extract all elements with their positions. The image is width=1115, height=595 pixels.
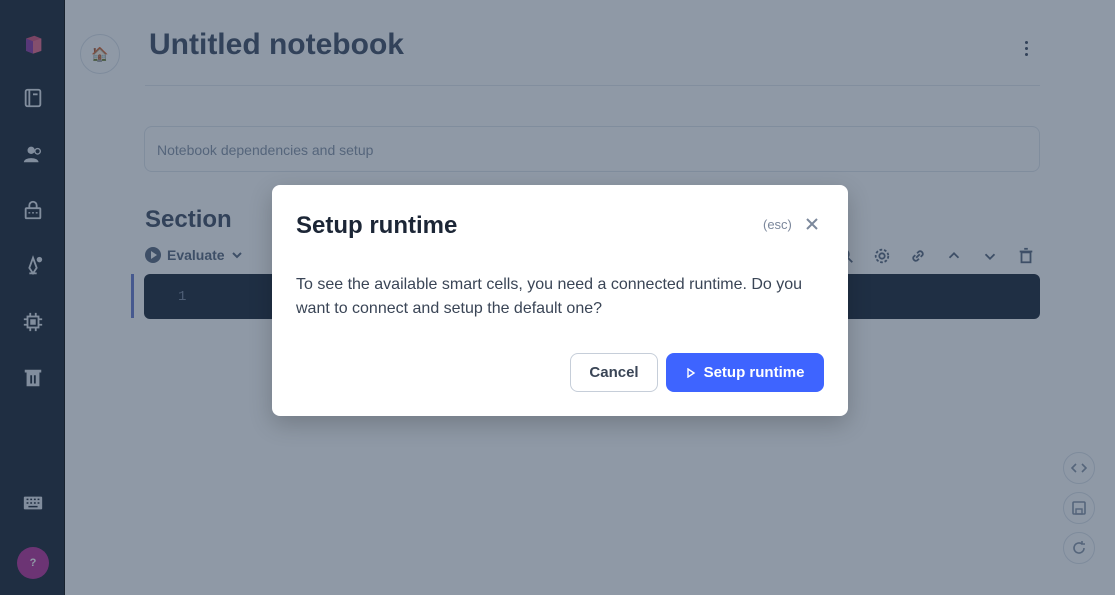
play-icon — [686, 367, 695, 378]
close-button[interactable] — [801, 213, 823, 235]
modal-title: Setup runtime — [296, 212, 458, 239]
esc-hint: (esc) — [763, 217, 792, 232]
modal-message: To see the available smart cells, you ne… — [296, 276, 803, 317]
setup-runtime-button[interactable]: Setup runtime — [666, 353, 824, 392]
close-icon — [806, 218, 818, 230]
cancel-button[interactable]: Cancel — [570, 353, 658, 392]
setup-runtime-modal: Setup runtime (esc) To see the available… — [272, 185, 848, 416]
setup-runtime-label: Setup runtime — [703, 364, 805, 381]
